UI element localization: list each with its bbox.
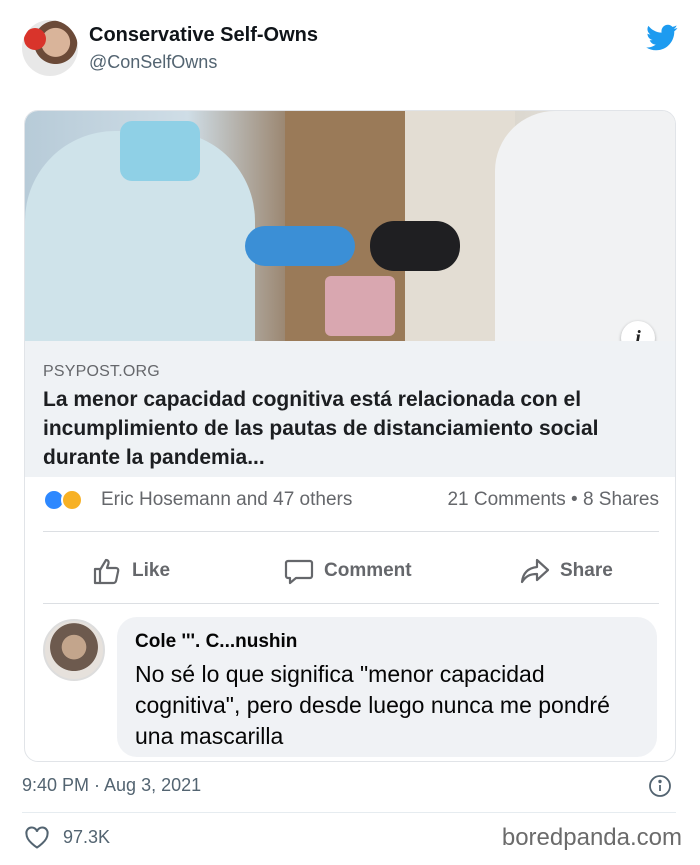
user-handle[interactable]: @ConSelfOwns	[89, 52, 217, 73]
photo-black-glove	[370, 221, 460, 271]
divider	[43, 531, 659, 532]
link-preview[interactable]: PSYPOST.ORG La menor capacidad cognitiva…	[25, 341, 675, 477]
twitter-bird-icon[interactable]	[646, 24, 678, 52]
info-circle-icon[interactable]	[648, 774, 672, 798]
photo-face-mask	[120, 121, 200, 181]
photo-health-worker-right	[495, 111, 675, 341]
link-source: PSYPOST.ORG	[43, 363, 160, 380]
comment-text: No sé lo que significa "menor capacidad …	[135, 661, 610, 749]
quoted-facebook-post[interactable]: i PSYPOST.ORG La menor capacidad cogniti…	[24, 110, 676, 762]
haha-reaction-icon	[61, 489, 83, 511]
thumbs-up-icon	[93, 558, 120, 585]
like-label: Like	[132, 560, 171, 581]
share-icon	[520, 558, 550, 584]
boxing-glove-icon	[24, 28, 46, 50]
commenter-avatar[interactable]	[43, 619, 105, 681]
comment-button[interactable]: Comment	[283, 554, 412, 588]
display-name[interactable]: Conservative Self-Owns	[89, 24, 318, 47]
tweet-header: Conservative Self-Owns @ConSelfOwns	[22, 20, 678, 80]
share-button[interactable]: Share	[519, 554, 613, 588]
heart-icon[interactable]	[24, 826, 50, 850]
like-button[interactable]: Like	[91, 554, 170, 588]
article-photo[interactable]: i	[25, 111, 675, 355]
share-label: Share	[560, 560, 613, 581]
comment-label: Comment	[324, 560, 412, 581]
photo-test-tubes	[325, 276, 395, 336]
author-avatar[interactable]	[22, 20, 78, 76]
photo-blue-glove	[245, 226, 355, 266]
commenter-name[interactable]: Cole '''. C...nushin	[135, 631, 297, 653]
reactions-bar[interactable]: Eric Hosemann and 47 others 21 Comments …	[25, 483, 675, 517]
comments-shares-count[interactable]: 21 Comments • 8 Shares	[447, 489, 659, 511]
tweet-timestamp[interactable]: 9:40 PM · Aug 3, 2021	[22, 775, 201, 796]
divider	[43, 603, 659, 604]
reactions-summary[interactable]: Eric Hosemann and 47 others	[101, 489, 352, 511]
watermark-text: boredpanda.com	[501, 824, 682, 851]
comment-icon	[284, 559, 314, 585]
article-headline[interactable]: La menor capacidad cognitiva está relaci…	[43, 385, 668, 472]
footer-divider	[22, 812, 676, 813]
post-actions: Like Comment Share	[25, 546, 675, 596]
comment-bubble[interactable]: Cole '''. C...nushin No sé lo que signif…	[117, 617, 657, 757]
like-count: 97.3K	[63, 827, 111, 847]
